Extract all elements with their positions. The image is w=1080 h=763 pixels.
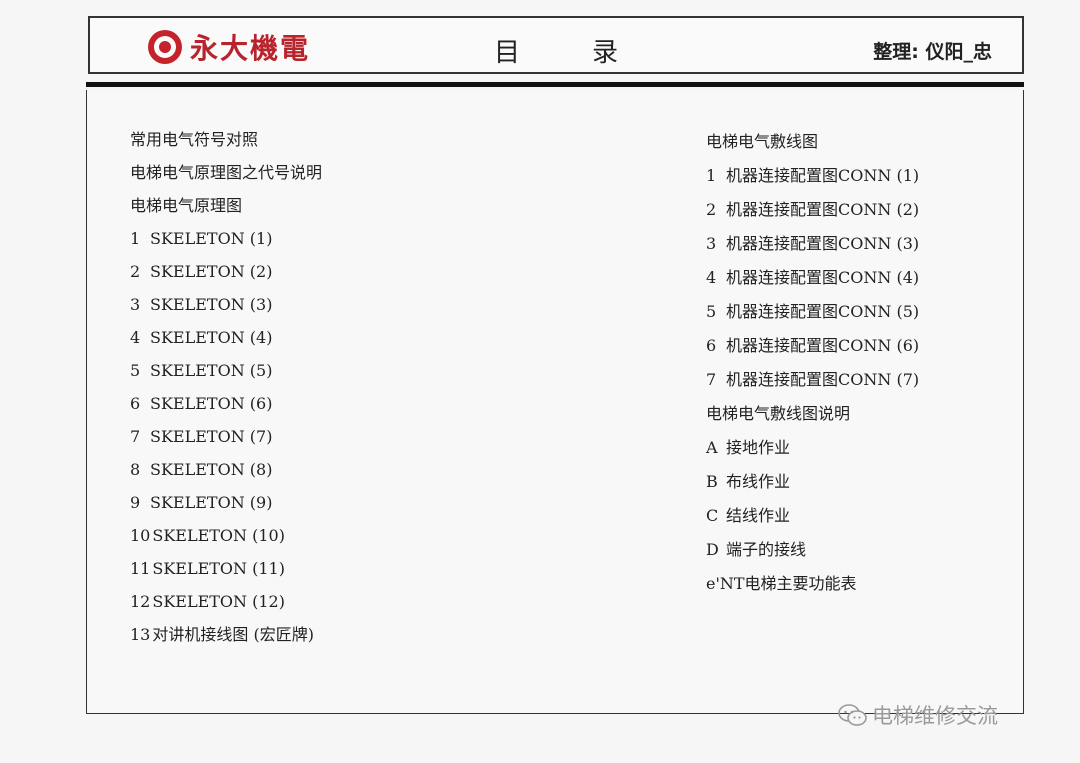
toc-entry: 电梯电气原理图之代号说明 <box>130 161 322 194</box>
toc-entry-number: 2 <box>706 200 717 219</box>
toc-entry-label: 电梯电气敷线图说明 <box>706 404 851 423</box>
toc-entry-label: 常用电气符号对照 <box>130 130 259 149</box>
toc-entry-label: SKELETON (12) <box>152 592 285 611</box>
toc-entry-label: 机器连接配置图CONN (5) <box>726 302 920 321</box>
toc-entry-number: 3 <box>130 295 141 314</box>
toc-entry-number: 1 <box>130 229 141 248</box>
toc-entry-number: 11 <box>130 559 151 578</box>
toc-entry-label: 布线作业 <box>726 472 791 491</box>
toc-entry-label: SKELETON (7) <box>150 427 273 446</box>
toc-entry: 3 SKELETON (3) <box>130 293 322 326</box>
toc-entry-number: C <box>706 506 719 525</box>
toc-entry-label: 机器连接配置图CONN (1) <box>726 166 920 185</box>
header-box: 永大機電 目录 整理: 仪阳_忠 <box>88 16 1024 74</box>
toc-entry-number: 13 <box>130 625 151 644</box>
toc-entry: 13 对讲机接线图 (宏匠牌) <box>130 623 322 656</box>
toc-entry: 4 机器连接配置图CONN (4) <box>706 266 919 300</box>
toc-entry: 12 SKELETON (12) <box>130 590 322 623</box>
header-rule <box>86 82 1024 87</box>
toc-entry: 1 机器连接配置图CONN (1) <box>706 164 919 198</box>
toc-entry: 4 SKELETON (4) <box>130 326 322 359</box>
wechat-icon <box>838 704 867 726</box>
toc-entry-number: 3 <box>706 234 717 253</box>
toc-entry-label: 电梯电气原理图 <box>130 196 243 215</box>
toc-entry-label: SKELETON (4) <box>150 328 273 347</box>
title-char-right: 录 <box>592 38 621 68</box>
toc-entry-label: SKELETON (6) <box>150 394 273 413</box>
toc-entry-label: SKELETON (1) <box>150 229 273 248</box>
toc-entry-label: 电梯电气敷线图 <box>706 132 819 151</box>
toc-entry: D 端子的接线 <box>706 538 919 572</box>
toc-entry-number: D <box>706 540 719 559</box>
toc-entry: 常用电气符号对照 <box>130 128 322 161</box>
toc-entry: 3 机器连接配置图CONN (3) <box>706 232 919 266</box>
toc-entry-label: e'NT电梯主要功能表 <box>706 574 857 593</box>
toc-entry-number: 10 <box>130 526 151 545</box>
toc-entry-number: 9 <box>130 493 141 512</box>
toc-entry-label: SKELETON (8) <box>150 460 273 479</box>
toc-entry: 电梯电气敷线图 <box>706 130 919 164</box>
toc-entry: 6 SKELETON (6) <box>130 392 322 425</box>
toc-entry: 电梯电气敷线图说明 <box>706 402 919 436</box>
toc-entry-label: SKELETON (2) <box>150 262 273 281</box>
toc-entry-number: 12 <box>130 592 151 611</box>
toc-entry: 7 机器连接配置图CONN (7) <box>706 368 919 402</box>
toc-entry: 5 SKELETON (5) <box>130 359 322 392</box>
toc-entry: B 布线作业 <box>706 470 919 504</box>
toc-right-column: 电梯电气敷线图 1 机器连接配置图CONN (1) 2 机器连接配置图CONN (2) 3… <box>706 130 919 606</box>
toc-entry: 2 SKELETON (2) <box>130 260 322 293</box>
toc-entry-label: SKELETON (3) <box>150 295 273 314</box>
toc-entry-label: SKELETON (10) <box>152 526 285 545</box>
toc-entry: e'NT电梯主要功能表 <box>706 572 919 606</box>
toc-entry: 5 机器连接配置图CONN (5) <box>706 300 919 334</box>
toc-entry: 6 机器连接配置图CONN (6) <box>706 334 919 368</box>
toc-entry-number: A <box>706 438 718 457</box>
toc-entry-number: 5 <box>130 361 141 380</box>
toc-entry: 10 SKELETON (10) <box>130 524 322 557</box>
toc-entry: 1 SKELETON (1) <box>130 227 322 260</box>
toc-entry-label: 机器连接配置图CONN (7) <box>726 370 920 389</box>
toc-entry-number: 8 <box>130 460 141 479</box>
toc-entry-label: 机器连接配置图CONN (4) <box>726 268 920 287</box>
toc-left-column: 常用电气符号对照电梯电气原理图之代号说明 电梯电气原理图 1 SKELETON (1)… <box>130 128 322 656</box>
toc-entry-number: 7 <box>130 427 141 446</box>
page-title: 目录 <box>494 32 620 69</box>
compiler-credit: 整理: 仪阳_忠 <box>873 41 992 63</box>
toc-entry-number: 4 <box>130 328 141 347</box>
toc-entry-number: 1 <box>706 166 717 185</box>
toc-entry-label: 机器连接配置图CONN (2) <box>726 200 920 219</box>
toc-entry-label: SKELETON (9) <box>150 493 273 512</box>
watermark: 电梯维修交流 <box>838 700 998 730</box>
toc-entry-number: 5 <box>706 302 717 321</box>
toc-entry-label: 接地作业 <box>726 438 791 457</box>
toc-entry: 8 SKELETON (8) <box>130 458 322 491</box>
toc-entry: A 接地作业 <box>706 436 919 470</box>
toc-entry: C 结线作业 <box>706 504 919 538</box>
toc-entry-number: B <box>706 472 718 491</box>
toc-entry-number: 6 <box>706 336 717 355</box>
watermark-text: 电梯维修交流 <box>872 704 998 728</box>
logo: 永大機電 <box>148 28 310 66</box>
toc-entry: 7 SKELETON (7) <box>130 425 322 458</box>
toc-entry: 11 SKELETON (11) <box>130 557 322 590</box>
toc-entry-number: 7 <box>706 370 717 389</box>
logo-text: 永大機電 <box>190 32 311 65</box>
toc-entry-number: 6 <box>130 394 141 413</box>
toc-entry: 电梯电气原理图 <box>130 194 322 227</box>
toc-entry-label: 端子的接线 <box>726 540 807 559</box>
title-char-left: 目 <box>494 38 523 68</box>
toc-entry: 2 机器连接配置图CONN (2) <box>706 198 919 232</box>
toc-entry-label: 对讲机接线图 (宏匠牌) <box>152 625 314 644</box>
toc-entry-number: 2 <box>130 262 141 281</box>
toc-entry-label: 电梯电气原理图之代号说明 <box>130 163 323 182</box>
toc-entry-label: 机器连接配置图CONN (3) <box>726 234 920 253</box>
toc-entry-label: SKELETON (11) <box>152 559 285 578</box>
toc-entry-label: SKELETON (5) <box>150 361 273 380</box>
toc-entry: 9 SKELETON (9) <box>130 491 322 524</box>
toc-entry-label: 结线作业 <box>726 506 791 525</box>
toc-entry-number: 4 <box>706 268 717 287</box>
toc-entry-label: 机器连接配置图CONN (6) <box>726 336 920 355</box>
logo-mark-icon <box>148 30 182 64</box>
